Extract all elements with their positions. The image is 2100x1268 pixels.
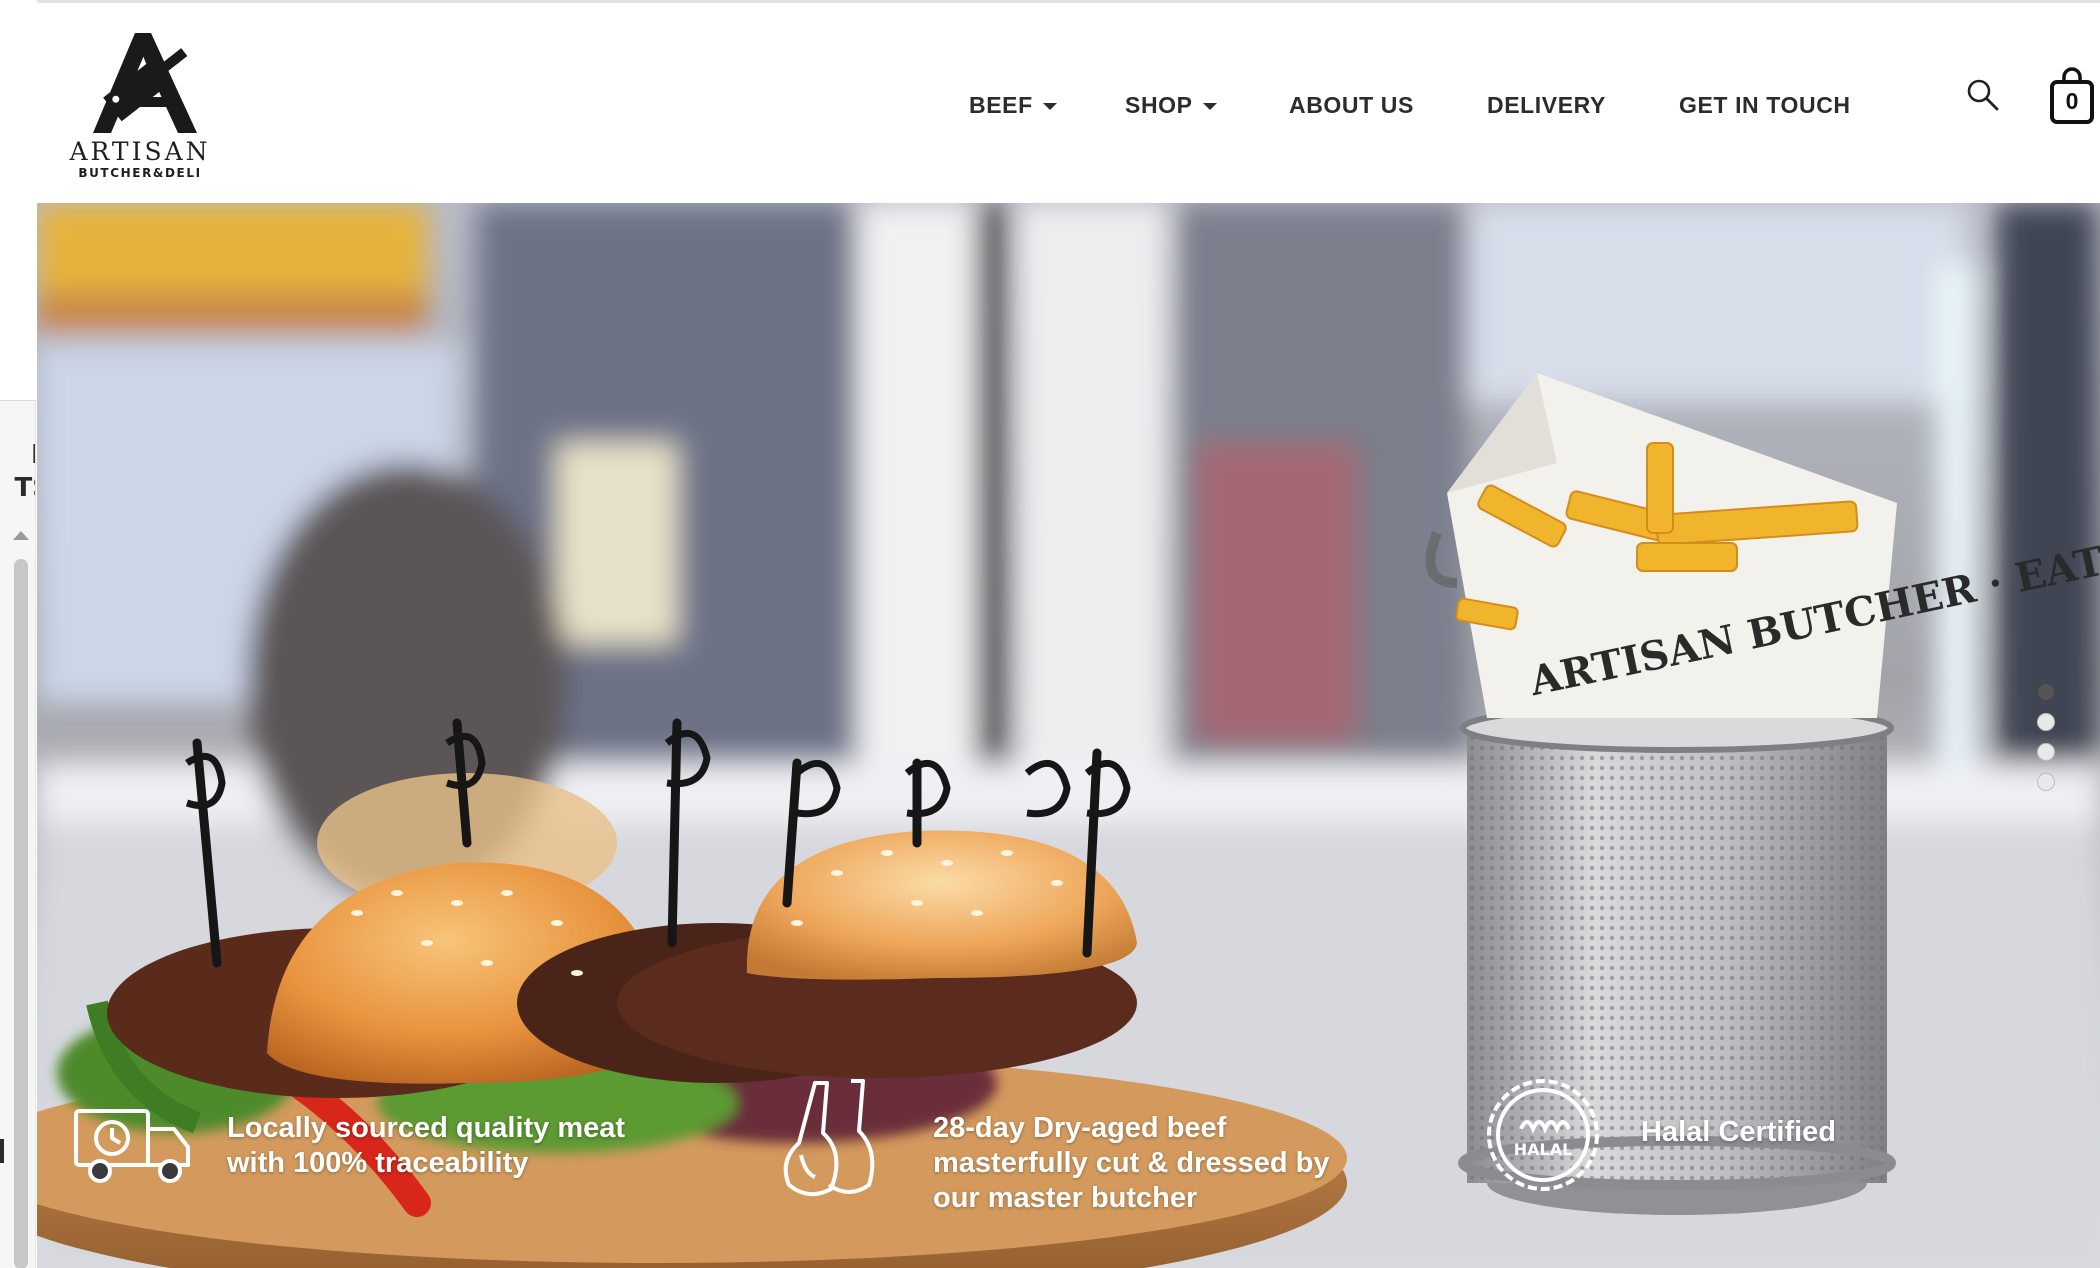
nav-item-shop[interactable]: SHOP: [1125, 85, 1217, 125]
site-header: ARTISAN BUTCHER&DELI BEEF SHOP ABOUT US …: [37, 3, 2100, 203]
brand-logo[interactable]: ARTISAN BUTCHER&DELI: [65, 29, 215, 180]
slider-dot-3[interactable]: [2037, 743, 2055, 761]
slider-dot-2[interactable]: [2037, 713, 2055, 731]
feature-line: masterfully cut & dressed by: [933, 1147, 1330, 1179]
caret-down-icon: [1202, 103, 1217, 111]
clipped-side-text: R TS: [14, 440, 35, 503]
nav-item-label: BEEF: [969, 92, 1033, 118]
feature-line: 28-day Dry-aged beef: [933, 1112, 1227, 1144]
brand-name: ARTISAN: [69, 137, 211, 166]
cart-count-badge: 0: [2065, 88, 2079, 114]
dry-aged-beef-icon: [783, 1079, 875, 1197]
crossed-cleaver-letter-a-logo: [93, 33, 197, 133]
nav-item-label: SHOP: [1125, 92, 1193, 118]
scroll-up-arrow[interactable]: [13, 531, 29, 540]
cart-button[interactable]: 0: [2049, 67, 2095, 125]
nav-item-beef[interactable]: BEEF: [969, 85, 1057, 125]
delivery-truck-clock-icon: [74, 1109, 190, 1183]
nav-item-label: DELIVERY: [1487, 92, 1606, 118]
hero-banner: ARTISAN BUTCHER · EAT Locally sourced qu…: [37, 203, 2100, 1268]
halal-badge-text: HALAL: [1514, 1140, 1573, 1159]
nav-item-label: ABOUT US: [1289, 92, 1414, 118]
feature-line: our master butcher: [933, 1182, 1198, 1214]
feature-line: with 100% traceability: [227, 1147, 529, 1179]
nav-item-label: GET IN TOUCH: [1679, 92, 1851, 118]
feature-line: Halal Certified: [1641, 1116, 1836, 1148]
caret-down-icon: [1042, 103, 1057, 111]
brand-subtitle: BUTCHER&DELI: [78, 166, 202, 180]
feature-dry-aged: 28-day Dry-aged beef masterfully cut & d…: [775, 1073, 1495, 1233]
slider-dot-4[interactable]: [2037, 773, 2055, 791]
scrollbar-thumb[interactable]: [14, 559, 28, 1268]
nav-item-about-us[interactable]: ABOUT US: [1289, 85, 1414, 125]
feature-line: Locally sourced quality meat: [227, 1112, 626, 1144]
slider-dot-1[interactable]: [2037, 683, 2055, 701]
side-panel: R TS: [0, 400, 36, 1268]
feature-text: Locally sourced quality meat with 100% t…: [227, 1111, 625, 1181]
feature-traceability: Locally sourced quality meat with 100% t…: [69, 1103, 729, 1223]
feature-halal: HALAL Halal Certified: [1481, 1073, 2001, 1203]
halal-badge-icon: HALAL: [1487, 1079, 1599, 1191]
nav-item-delivery[interactable]: DELIVERY: [1487, 85, 1606, 125]
nav-item-get-in-touch[interactable]: GET IN TOUCH: [1679, 85, 1851, 125]
side-marker: [0, 1139, 4, 1163]
feature-text: 28-day Dry-aged beef masterfully cut & d…: [933, 1111, 1329, 1216]
search-button[interactable]: [1965, 76, 2001, 116]
feature-text: Halal Certified: [1641, 1115, 1836, 1150]
search-icon: [1967, 79, 1999, 111]
slider-pagination: [2037, 683, 2061, 803]
